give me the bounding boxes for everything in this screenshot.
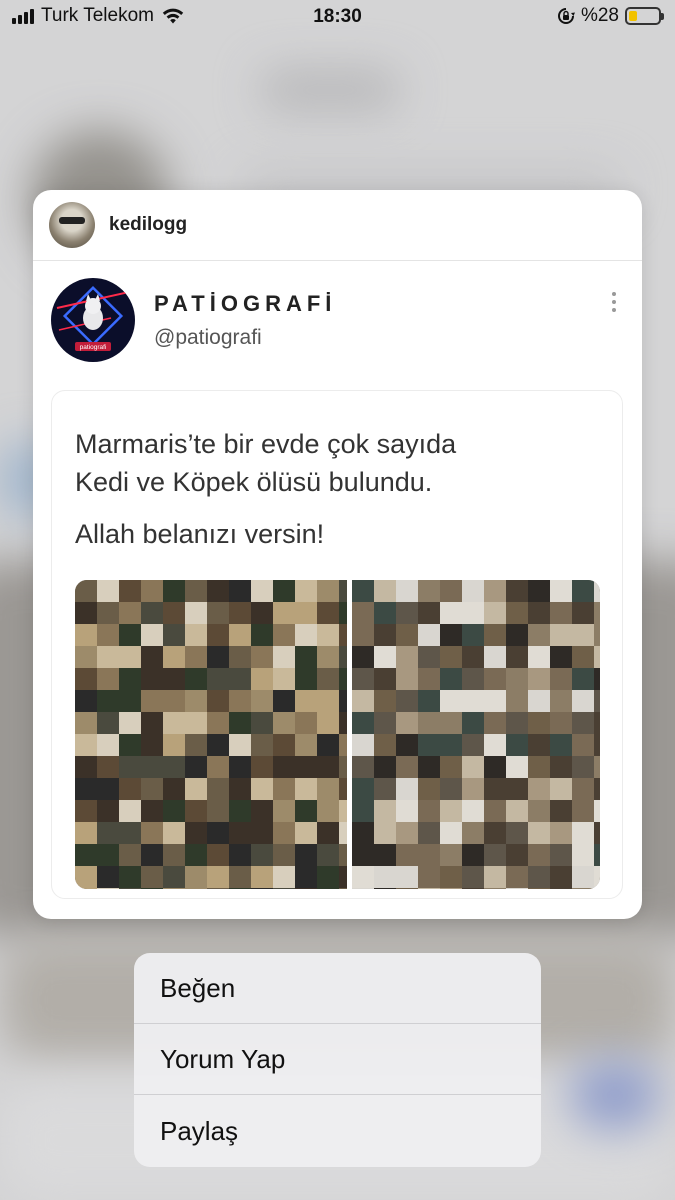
menu-item-comment[interactable]: Yorum Yap <box>134 1024 541 1095</box>
context-menu: Beğen Yorum Yap Paylaş <box>134 953 541 1167</box>
orientation-lock-icon <box>557 8 575 24</box>
tweet-text: Marmaris’te bir evde çok sayıda Kedi ve … <box>75 425 595 567</box>
post-preview-card[interactable]: kedilogg patiografi PATİOGRAFİ @patiogra… <box>33 190 642 919</box>
tweet-photo-left <box>75 580 347 889</box>
tweet-avatar: patiografi <box>51 278 135 362</box>
tweet-text-line: Kedi ve Köpek ölüsü bulundu. <box>75 467 433 497</box>
tweet-display-name: PATİOGRAFİ <box>154 291 337 316</box>
avatar[interactable] <box>49 202 95 248</box>
status-bar: Turk Telekom 18:30 %28 <box>0 0 675 34</box>
menu-item-like[interactable]: Beğen <box>134 953 541 1024</box>
post-header: kedilogg <box>33 190 642 261</box>
tweet-text-line: Marmaris’te bir evde çok sayıda <box>75 429 457 459</box>
more-options-icon[interactable] <box>612 292 616 312</box>
battery-percent: %28 <box>580 5 619 26</box>
menu-item-share[interactable]: Paylaş <box>134 1095 541 1167</box>
tweet-content: Marmaris’te bir evde çok sayıda Kedi ve … <box>51 390 623 899</box>
tweet-photo-right <box>352 580 600 889</box>
avatar-caption: patiografi <box>80 344 107 351</box>
username[interactable]: kedilogg <box>109 214 187 236</box>
tweet-handle: @patiografi <box>154 326 262 349</box>
battery-icon <box>625 7 664 25</box>
tweet-text-line: Allah belanızı versin! <box>75 519 325 549</box>
